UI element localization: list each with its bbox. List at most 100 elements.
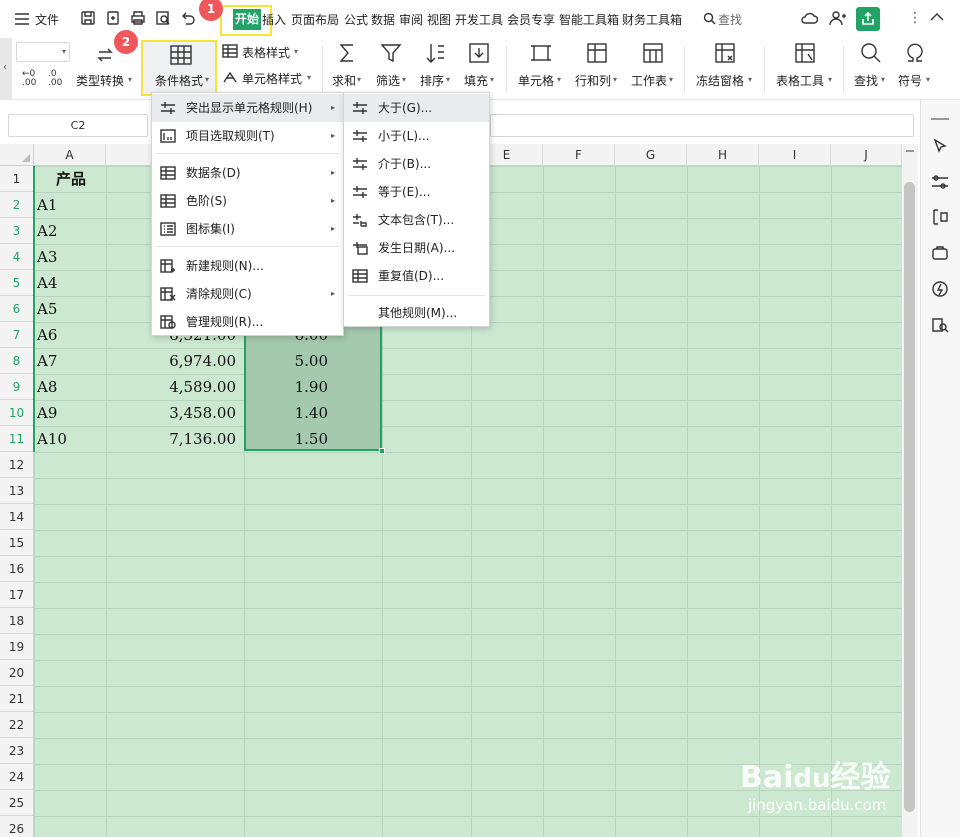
menu-item-top-rules[interactable]: 项目选取规则(T) ▸ <box>152 122 343 150</box>
tab-view[interactable]: 视图 <box>427 11 451 28</box>
col-header-g[interactable]: G <box>615 144 687 166</box>
cell-b-value[interactable]: 4,589.00 <box>106 374 236 400</box>
row-header[interactable]: 8 <box>0 348 34 374</box>
table-style-button[interactable]: 表格样式 <box>242 44 290 61</box>
row-header[interactable]: 7 <box>0 322 34 348</box>
tab-insert[interactable]: 插入 <box>262 11 286 28</box>
table-tools-icon[interactable] <box>794 42 816 64</box>
cell-b-value[interactable]: 7,136.00 <box>106 426 236 452</box>
export-pdf-icon[interactable] <box>105 10 121 26</box>
sum-button[interactable]: 求和 <box>332 72 356 89</box>
cell-c-value[interactable]: 1.50 <box>244 426 328 452</box>
submenu-item-text-contains[interactable]: 文本包含(T)... <box>344 206 489 234</box>
table-tools-button[interactable]: 表格工具 <box>776 72 824 89</box>
cell-icon[interactable] <box>530 42 552 64</box>
save-icon[interactable] <box>80 10 96 26</box>
symbol-button[interactable]: 符号 <box>898 72 922 89</box>
cell-product[interactable]: A7 <box>37 348 57 374</box>
cell-product[interactable]: A2 <box>37 218 57 244</box>
cell-product[interactable]: A5 <box>37 296 57 322</box>
cell-product[interactable]: A8 <box>37 374 57 400</box>
cell-product[interactable]: A10 <box>37 426 67 452</box>
menu-item-color-scale[interactable]: 色阶(S) ▸ <box>152 187 343 215</box>
row-header[interactable]: 10 <box>0 400 34 426</box>
print-icon[interactable] <box>130 10 146 26</box>
col-header-a[interactable]: A <box>34 144 106 166</box>
submenu-item-less-than[interactable]: 小于(L)... <box>344 122 489 150</box>
panel-collapse-icon[interactable] <box>931 118 949 120</box>
col-header-i[interactable]: I <box>759 144 831 166</box>
row-header[interactable]: 11 <box>0 426 34 452</box>
find-caret-icon[interactable]: ▾ <box>881 75 885 84</box>
row-header[interactable]: 9 <box>0 374 34 400</box>
freeze-panes-button[interactable]: 冻结窗格 <box>696 72 744 89</box>
type-convert-icon[interactable] <box>94 44 116 66</box>
cell-caret-icon[interactable]: ▾ <box>557 75 561 84</box>
cell-product[interactable]: A1 <box>37 192 57 218</box>
tab-review[interactable]: 审阅 <box>399 11 423 28</box>
tab-member[interactable]: 会员专享 <box>507 11 555 28</box>
row-header[interactable]: 1 <box>0 166 34 192</box>
tab-formulas[interactable]: 公式 <box>344 11 368 28</box>
collaborate-icon[interactable] <box>828 10 846 26</box>
row-header[interactable]: 16 <box>0 556 34 582</box>
row-header[interactable]: 25 <box>0 790 34 816</box>
submenu-item-equal-to[interactable]: 等于(E)... <box>344 178 489 206</box>
row-header[interactable]: 14 <box>0 504 34 530</box>
worksheet-caret-icon[interactable]: ▾ <box>669 75 673 84</box>
row-col-caret-icon[interactable]: ▾ <box>613 75 617 84</box>
row-header[interactable]: 4 <box>0 244 34 270</box>
col-header-h[interactable]: H <box>687 144 759 166</box>
row-header[interactable]: 5 <box>0 270 34 296</box>
hamburger-menu-icon[interactable] <box>14 12 30 26</box>
lightning-icon[interactable] <box>931 280 949 298</box>
type-convert-button[interactable]: 类型转换 <box>76 72 124 89</box>
sort-icon[interactable] <box>424 42 446 64</box>
tab-data[interactable]: 数据 <box>371 11 395 28</box>
increase-decimal-button[interactable]: ←0.00 <box>22 70 36 88</box>
scrollbar-thumb[interactable] <box>904 182 915 812</box>
col-header-f[interactable]: F <box>543 144 615 166</box>
row-header[interactable]: 3 <box>0 218 34 244</box>
select-cursor-icon[interactable] <box>932 138 948 154</box>
row-header[interactable]: 20 <box>0 660 34 686</box>
row-col-button[interactable]: 行和列 <box>575 72 611 89</box>
row-header[interactable]: 6 <box>0 296 34 322</box>
cell-c-value[interactable]: 1.40 <box>244 400 328 426</box>
row-header[interactable]: 2 <box>0 192 34 218</box>
fill-button[interactable]: 填充 <box>464 72 488 89</box>
row-header[interactable]: 15 <box>0 530 34 556</box>
row-header[interactable]: 26 <box>0 816 34 837</box>
row-header[interactable]: 12 <box>0 452 34 478</box>
cell-button[interactable]: 单元格 <box>518 72 554 89</box>
cell-c-value[interactable]: 5.00 <box>244 348 328 374</box>
settings-sliders-icon[interactable] <box>931 174 949 190</box>
symbol-icon[interactable] <box>904 42 926 64</box>
cell-style-button[interactable]: 单元格样式 <box>242 70 302 87</box>
menu-item-manage-rules[interactable]: 管理规则(R)... <box>152 308 343 336</box>
share-button[interactable] <box>856 7 880 31</box>
cell-style-caret-icon[interactable]: ▾ <box>307 73 311 82</box>
row-header[interactable]: 21 <box>0 686 34 712</box>
submenu-item-greater-than[interactable]: 大于(G)... <box>344 94 489 122</box>
menu-item-data-bars[interactable]: 数据条(D) ▸ <box>152 159 343 187</box>
row-header[interactable]: 13 <box>0 478 34 504</box>
book-search-icon[interactable] <box>931 316 949 334</box>
cell-product[interactable]: A6 <box>37 322 57 348</box>
file-menu[interactable]: 文件 <box>35 11 59 28</box>
cell-b-value[interactable]: 6,974.00 <box>106 348 236 374</box>
cell-product[interactable]: A9 <box>37 400 57 426</box>
cell-a1[interactable]: 产品 <box>56 166 86 192</box>
freeze-panes-caret-icon[interactable]: ▾ <box>748 75 752 84</box>
find-icon[interactable] <box>860 42 882 64</box>
number-format-dropdown[interactable]: ▾ <box>16 42 70 62</box>
menu-item-new-rule[interactable]: 新建规则(N)... <box>152 252 343 280</box>
row-header[interactable]: 19 <box>0 634 34 660</box>
filter-caret-icon[interactable]: ▾ <box>402 75 406 84</box>
table-tools-caret-icon[interactable]: ▾ <box>828 75 832 84</box>
submenu-item-duplicate-values[interactable]: 重复值(D)... <box>344 262 489 290</box>
tab-finance-toolbox[interactable]: 财务工具箱 <box>622 11 682 28</box>
sort-caret-icon[interactable]: ▾ <box>446 75 450 84</box>
find-button[interactable]: 查找 <box>854 72 878 89</box>
print-preview-icon[interactable] <box>155 10 171 26</box>
